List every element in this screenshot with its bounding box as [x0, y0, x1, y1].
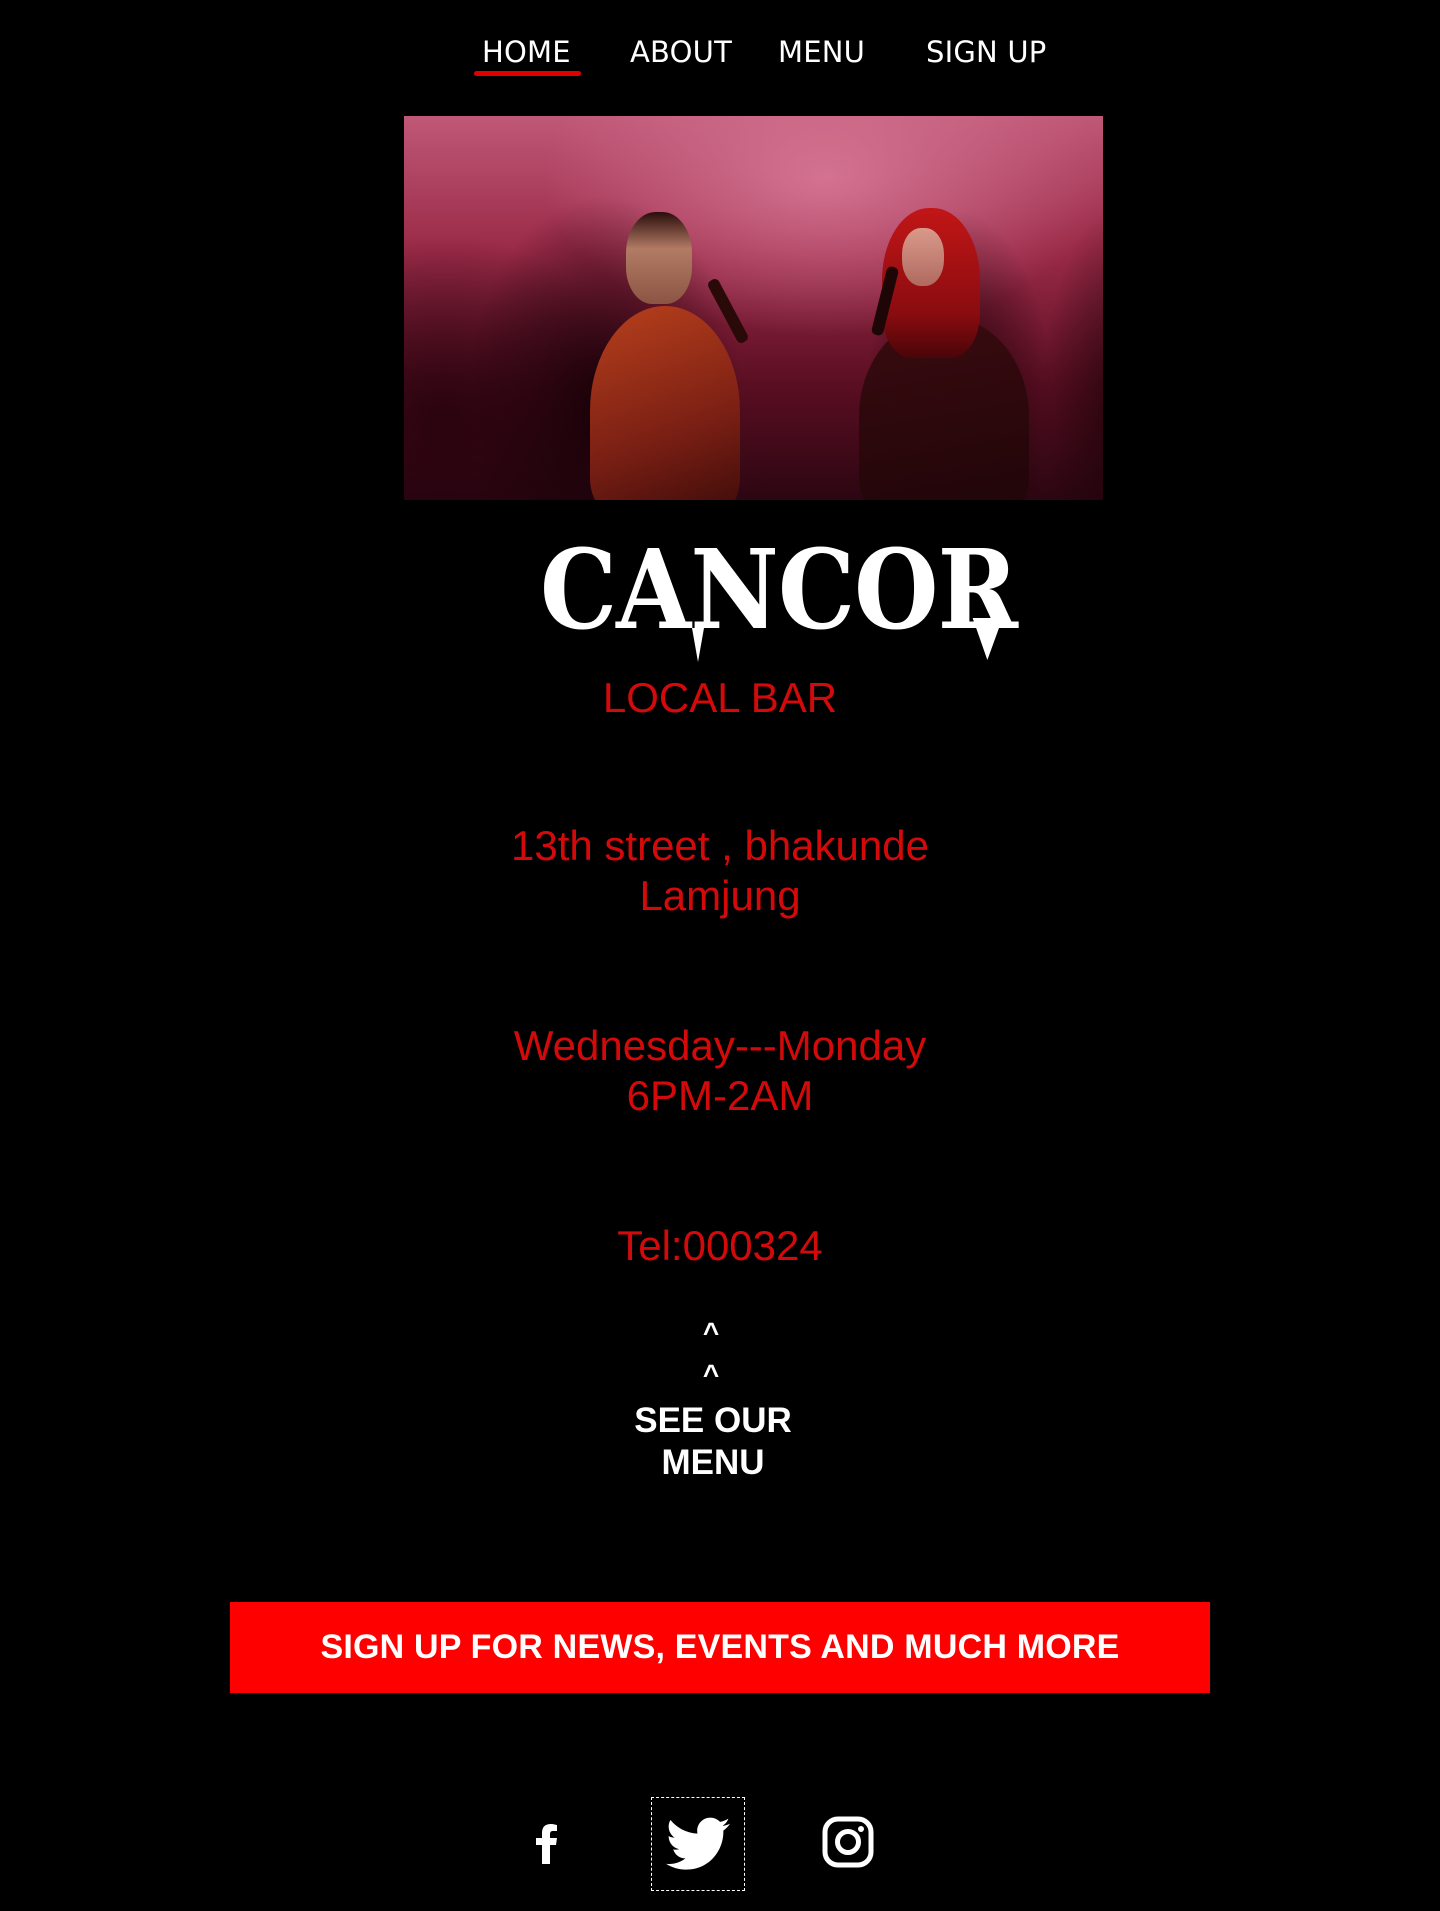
twitter-glyph — [666, 1817, 730, 1870]
address-line-2: Lamjung — [639, 872, 801, 919]
see-menu-link[interactable]: SEE OUR MENU — [600, 1400, 826, 1484]
telephone: Tel:000324 — [617, 1222, 823, 1269]
nav-signup-link[interactable]: SIGN UP — [926, 32, 1046, 72]
facebook-glyph — [536, 1824, 557, 1864]
nav-menu-link[interactable]: MENU — [778, 32, 865, 72]
address-block: 13th street , bhakunde Lamjung — [420, 821, 1020, 921]
caret-up-icon: ^ — [702, 1317, 720, 1348]
address-line-1: 13th street , bhakunde — [511, 822, 929, 869]
hero-figure-woman-face — [902, 228, 944, 286]
brand-logo-drip — [692, 628, 704, 662]
hero-image — [404, 116, 1103, 500]
hero-figure-man-head — [626, 212, 692, 304]
hours-block: Wednesday---Monday 6PM-2AM — [420, 1021, 1020, 1121]
signup-banner-button[interactable]: SIGN UP FOR NEWS, EVENTS AND MUCH MORE — [230, 1602, 1210, 1693]
opening-hours: 6PM-2AM — [626, 1072, 814, 1119]
nav-about-link[interactable]: ABOUT — [630, 32, 732, 72]
instagram-glyph — [822, 1816, 874, 1868]
facebook-icon[interactable] — [526, 1820, 566, 1866]
signup-banner-label: SIGN UP FOR NEWS, EVENTS AND MUCH MORE — [320, 1628, 1120, 1666]
nav-active-indicator — [474, 71, 581, 76]
brand-subtitle: LOCAL BAR — [602, 674, 838, 721]
caret-up-icon: ^ — [702, 1359, 720, 1390]
opening-days: Wednesday---Monday — [513, 1022, 927, 1069]
brand-logo: CANCOR — [540, 525, 1018, 654]
hero-figure-man — [590, 306, 740, 500]
nav-home-link[interactable]: HOME — [482, 32, 571, 72]
twitter-icon[interactable] — [651, 1797, 745, 1891]
instagram-icon[interactable] — [822, 1816, 874, 1868]
